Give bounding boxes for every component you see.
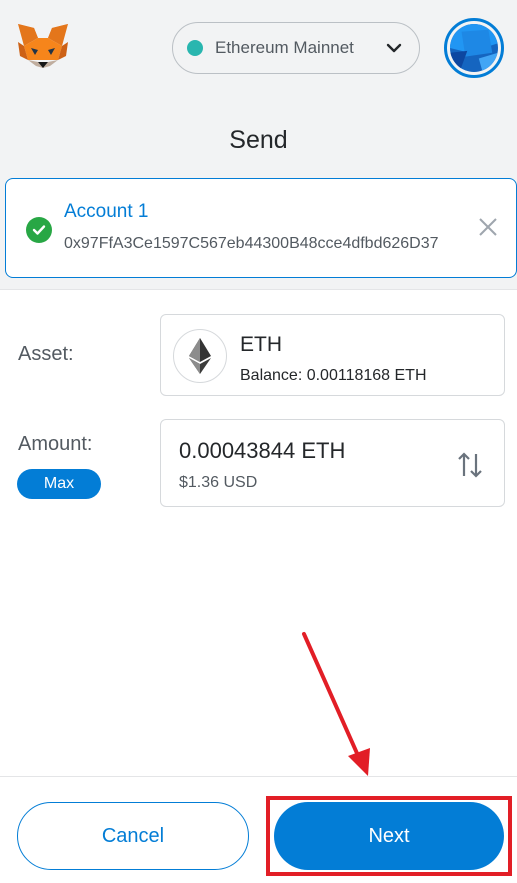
account-identicon-icon <box>450 24 498 72</box>
account-address: 0x97FfA3Ce1597C567eb44300B48cce4dfbd626D… <box>64 235 439 252</box>
network-status-dot <box>187 40 203 56</box>
annotation-arrow-icon <box>302 632 370 776</box>
account-name: Account 1 <box>64 201 149 222</box>
chevron-down-icon <box>379 42 409 54</box>
eth-logo-icon <box>173 329 227 383</box>
network-selector[interactable]: Ethereum Mainnet <box>172 22 420 74</box>
amount-input[interactable]: 0.00043844 ETH $1.36 USD <box>160 419 505 507</box>
header-area: Ethereum Mainnet Send Account 1 0x97FfA3… <box>0 0 517 290</box>
account-menu-button[interactable] <box>444 18 504 78</box>
asset-symbol: ETH <box>240 333 282 356</box>
recipient-account-card[interactable]: Account 1 0x97FfA3Ce1597C567eb44300B48cc… <box>5 178 517 278</box>
cancel-button[interactable]: Cancel <box>17 802 249 870</box>
check-circle-icon <box>26 217 52 243</box>
max-button[interactable]: Max <box>17 469 101 499</box>
amount-usd-value: $1.36 USD <box>179 474 258 491</box>
footer-divider <box>0 776 517 777</box>
asset-label: Asset: <box>18 343 74 365</box>
asset-balance: Balance: 0.00118168 ETH <box>240 367 427 384</box>
amount-label: Amount: <box>18 433 93 455</box>
amount-value[interactable]: 0.00043844 ETH <box>179 438 345 464</box>
close-icon[interactable] <box>476 215 500 239</box>
swap-currency-icon[interactable] <box>457 450 483 480</box>
page-title: Send <box>229 126 288 154</box>
next-button[interactable]: Next <box>274 802 504 870</box>
asset-selector[interactable]: ETH Balance: 0.00118168 ETH <box>160 314 505 396</box>
network-label: Ethereum Mainnet <box>215 38 354 57</box>
metamask-fox-icon[interactable] <box>14 22 72 74</box>
